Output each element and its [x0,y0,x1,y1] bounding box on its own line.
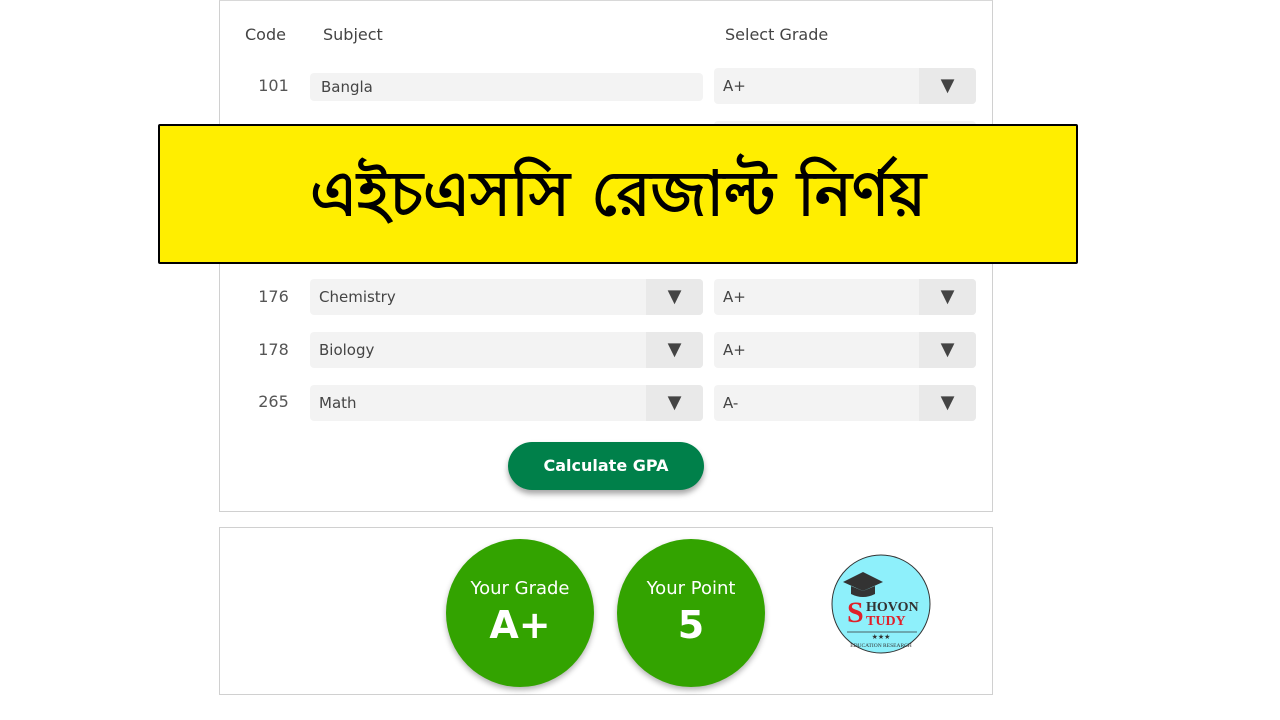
subject-header: Subject [323,25,383,44]
grade-header: Select Grade [725,25,829,44]
chevron-down-icon[interactable]: ▼ [646,385,703,421]
point-result-circle: Your Point 5 [617,539,765,687]
grade-value: A- [723,394,739,412]
code-header: Code [245,25,286,44]
subject-value: Math [319,394,357,412]
grade-result-label: Your Grade [470,578,570,599]
subject-select[interactable]: Biology ▼ [310,332,703,368]
grade-select[interactable]: A+ ▼ [714,68,976,104]
chevron-down-icon[interactable]: ▼ [919,68,976,104]
subject-field[interactable]: Bangla [310,73,703,101]
chevron-down-icon[interactable]: ▼ [646,279,703,315]
grade-select[interactable]: A- ▼ [714,385,976,421]
grade-select[interactable]: A+ ▼ [714,279,976,315]
grade-result-circle: Your Grade A+ [446,539,594,687]
subject-value: Biology [319,341,375,359]
grade-value: A+ [723,341,746,359]
calculate-gpa-button[interactable]: Calculate GPA [508,442,704,490]
svg-text:EDUCATION RESEARCH: EDUCATION RESEARCH [850,643,912,649]
svg-text:HOVON: HOVON [866,600,919,615]
grade-value: A+ [723,77,746,95]
svg-text:TUDY: TUDY [866,614,906,629]
page-title-banner: এইচএসসি রেজাল্ট নির্ণয় [158,124,1078,264]
grade-value: A+ [723,288,746,306]
svg-text:★★★: ★★★ [872,633,891,641]
point-result-value: 5 [677,603,705,647]
grade-select[interactable]: A+ ▼ [714,332,976,368]
chevron-down-icon[interactable]: ▼ [919,332,976,368]
chevron-down-icon[interactable]: ▼ [646,332,703,368]
chevron-down-icon[interactable]: ▼ [919,385,976,421]
shovon-study-logo: S HOVON TUDY ★★★ EDUCATION RESEARCH [831,554,931,654]
svg-text:S: S [847,596,864,629]
result-card: Your Grade A+ Your Point 5 S HOVON TUDY … [219,527,993,695]
chevron-down-icon[interactable]: ▼ [919,279,976,315]
subject-value: Chemistry [319,288,396,306]
subject-select[interactable]: Chemistry ▼ [310,279,703,315]
point-result-label: Your Point [646,578,736,599]
grade-result-value: A+ [489,603,551,647]
subject-select[interactable]: Math ▼ [310,385,703,421]
